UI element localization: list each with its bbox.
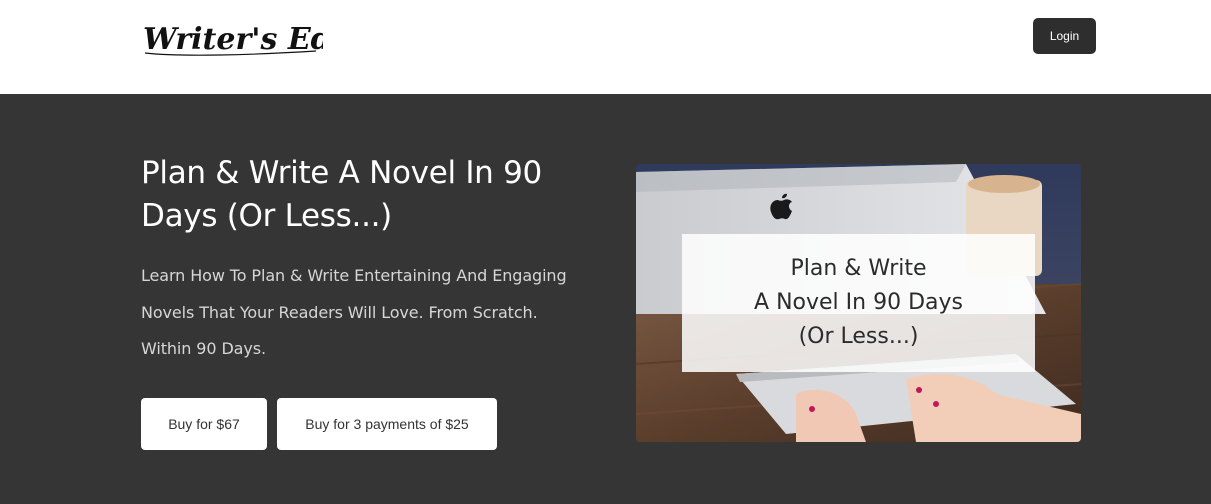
course-subtitle: Learn How To Plan & Write Entertaining A… — [141, 266, 567, 358]
course-cover-image: Plan & Write A Novel In 90 Days (Or Less… — [636, 164, 1081, 442]
hero-section: Plan & Write A Novel In 90 Days (Or Less… — [0, 94, 1211, 504]
site-header: Writer's Edit Login — [0, 0, 1211, 94]
cover-title-line-3: (Or Less...) — [798, 324, 919, 349]
cover-title-line-1: Plan & Write — [790, 256, 927, 281]
login-button[interactable]: Login — [1033, 18, 1096, 54]
course-title: Plan & Write A Novel In 90 Days (Or Less… — [141, 155, 542, 234]
writers-edit-logo[interactable]: Writer's Edit — [141, 11, 323, 59]
buy-full-price-button[interactable]: Buy for $67 — [141, 398, 267, 450]
cover-title-overlay: Plan & Write A Novel In 90 Days (Or Less… — [682, 234, 1035, 372]
buy-installments-button[interactable]: Buy for 3 payments of $25 — [277, 398, 497, 450]
logo-wordmark: Writer's Edit — [143, 22, 323, 57]
cover-title-line-2: A Novel In 90 Days — [754, 290, 963, 315]
